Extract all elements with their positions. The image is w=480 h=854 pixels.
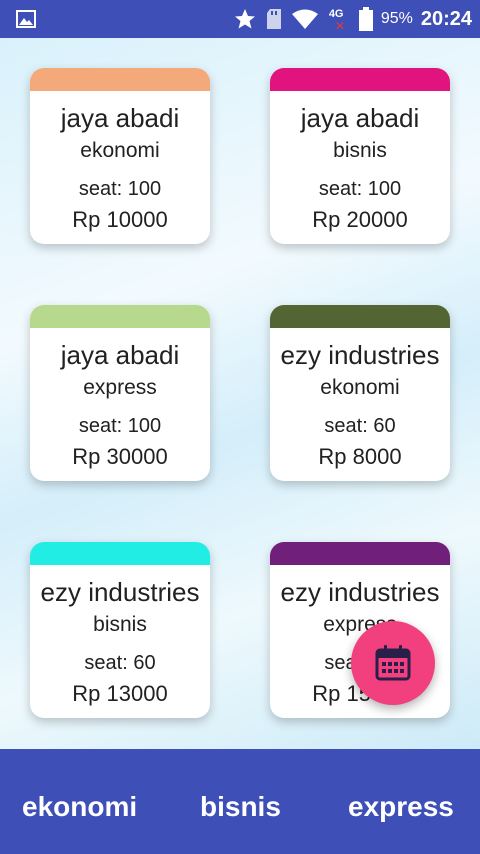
ticket-price: Rp 10000	[72, 207, 168, 232]
status-bar: 4G ✕ 95% 20:24	[0, 0, 480, 38]
card-color-band	[270, 542, 450, 565]
card-grid: jaya abadi ekonomi seat: 100 Rp 10000 ja…	[0, 38, 480, 749]
tab-bisnis[interactable]: bisnis	[200, 791, 281, 823]
sd-card-icon	[266, 9, 281, 29]
ticket-class: ekonomi	[80, 139, 160, 162]
seat-count: seat: 100	[78, 178, 162, 200]
gallery-icon	[16, 10, 36, 28]
bottom-tab-bar: ekonomi bisnis express	[0, 749, 480, 854]
ticket-class: bisnis	[93, 613, 147, 636]
seat-count: seat: 100	[318, 178, 402, 200]
ticket-card[interactable]: ezy industries ekonomi seat: 60 Rp 8000	[270, 305, 450, 481]
tab-ekonomi[interactable]: ekonomi	[22, 791, 137, 823]
seat-count: seat: 60	[324, 415, 396, 437]
ticket-price: Rp 20000	[312, 207, 408, 232]
no-signal-icon: ✕	[334, 19, 345, 33]
ticket-class: express	[83, 376, 157, 399]
calendar-icon	[375, 645, 411, 681]
bus-name: jaya abadi	[60, 103, 180, 133]
ticket-class: bisnis	[333, 139, 387, 162]
ticket-card[interactable]: jaya abadi express seat: 100 Rp 30000	[30, 305, 210, 481]
card-color-band	[30, 305, 210, 328]
battery-icon	[358, 7, 373, 31]
ticket-class: ekonomi	[320, 376, 400, 399]
calendar-fab-button[interactable]	[351, 621, 435, 705]
ticket-price: Rp 30000	[72, 444, 168, 469]
seat-count: seat: 100	[78, 415, 162, 437]
tab-express[interactable]: express	[348, 791, 454, 823]
ticket-price: Rp 8000	[318, 444, 402, 469]
clock-time: 20:24	[420, 7, 472, 30]
card-color-band	[30, 542, 210, 565]
bus-name: ezy industries	[280, 577, 440, 607]
star-icon	[234, 9, 255, 29]
ticket-price: Rp 13000	[72, 681, 168, 706]
card-color-band	[270, 305, 450, 328]
ticket-card[interactable]: ezy industries bisnis seat: 60 Rp 13000	[30, 542, 210, 718]
battery-percent: 95%	[380, 10, 413, 27]
wifi-icon	[291, 9, 318, 29]
seat-count: seat: 60	[84, 652, 156, 674]
network-4g-icon: 4G ✕	[327, 5, 351, 33]
bus-name: ezy industries	[280, 340, 440, 370]
ticket-card[interactable]: jaya abadi ekonomi seat: 100 Rp 10000	[30, 68, 210, 244]
bus-name: ezy industries	[40, 577, 200, 607]
bus-name: jaya abadi	[300, 103, 420, 133]
card-color-band	[270, 68, 450, 91]
card-color-band	[30, 68, 210, 91]
ticket-card[interactable]: jaya abadi bisnis seat: 100 Rp 20000	[270, 68, 450, 244]
bus-name: jaya abadi	[60, 340, 180, 370]
